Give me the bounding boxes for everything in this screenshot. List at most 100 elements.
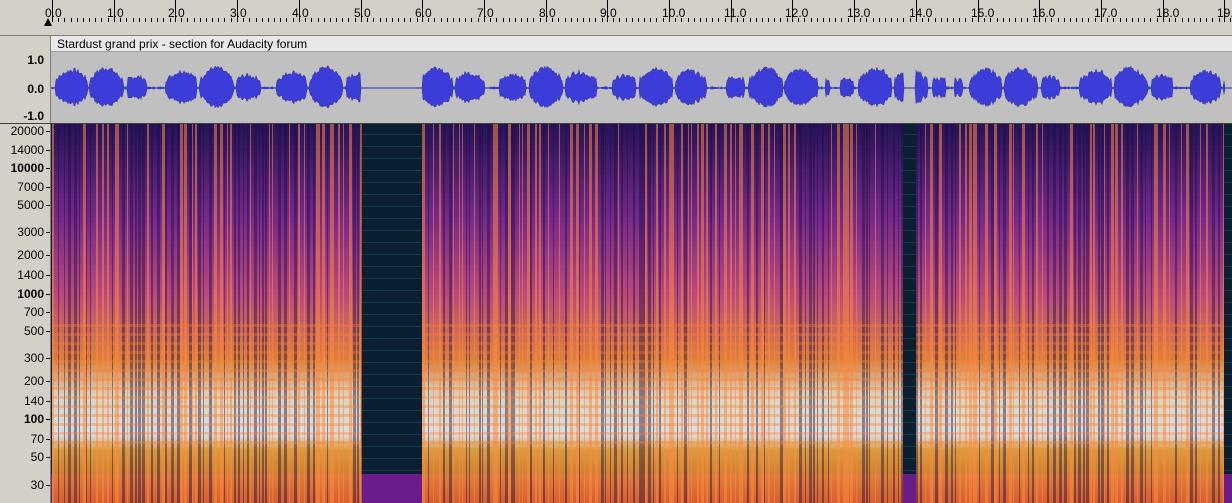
ruler-minor-tick (101, 18, 102, 22)
spectrogram-column (462, 124, 463, 503)
spectrogram-column (846, 124, 849, 503)
spectrogram-column (701, 124, 704, 503)
waveform-scale-mid: 0.0 (27, 82, 44, 96)
spectrogram-column (522, 124, 523, 503)
spectrogram-harmonic-band (916, 396, 1224, 399)
ruler-minor-tick (798, 18, 799, 22)
spectrogram-column (74, 124, 77, 503)
spectrogram-column (764, 124, 765, 503)
ruler-minor-tick (1021, 18, 1022, 22)
spectrogram-column (184, 124, 187, 503)
spectrogram-column (828, 124, 829, 503)
spectrogram-column (1104, 124, 1105, 503)
spectrogram-view[interactable] (51, 124, 1232, 503)
spectrogram-column (959, 124, 961, 503)
ruler-minor-tick (71, 18, 72, 22)
spectrogram-column (157, 124, 160, 503)
ruler-minor-tick (718, 18, 719, 22)
spectrogram-column (1115, 124, 1118, 503)
spectrogram-column (1190, 124, 1193, 503)
ruler-minor-tick (903, 18, 904, 22)
spectrogram-column (422, 124, 425, 503)
ruler-minor-tick (675, 18, 676, 22)
spectrogram-column (1078, 124, 1081, 503)
spectrogram-column (52, 124, 54, 503)
spectrogram-column (756, 124, 758, 503)
spectrogram-column (1090, 124, 1092, 503)
spectrogram-column (669, 124, 672, 503)
spectrogram-harmonic-band (916, 378, 1224, 381)
spectrogram-column (505, 124, 508, 503)
spectrogram-harmonic-band (916, 351, 1224, 354)
spectrogram-column (822, 124, 824, 503)
ruler-minor-tick (922, 18, 923, 22)
spectrogram-column (991, 124, 994, 503)
spectrogram-column (343, 124, 344, 503)
spectrogram-scale-tick (46, 187, 50, 188)
waveform-view[interactable] (51, 52, 1232, 123)
spectrogram-column (1042, 124, 1043, 503)
ruler-minor-tick (89, 18, 90, 22)
ruler-minor-tick (1144, 18, 1145, 22)
spectrogram-column (1019, 124, 1020, 503)
spectrogram-column (316, 124, 319, 503)
spectrogram-column (338, 124, 340, 503)
spectrogram-scale-label: 700 (23, 305, 44, 319)
spectrogram-scale-label: 30 (30, 478, 44, 492)
ruler-minor-tick (768, 18, 769, 22)
ruler-minor-tick (750, 18, 751, 22)
spectrogram-column (881, 124, 884, 503)
ruler-minor-tick (490, 18, 491, 22)
spectrogram-scale-tick (46, 419, 50, 420)
spectrogram-column (951, 124, 953, 503)
spectrogram-column (1151, 124, 1152, 503)
spectrogram-harmonic-band (422, 441, 903, 444)
spectrogram-column (659, 124, 661, 503)
spectrogram-column (90, 124, 91, 503)
spectrogram-scale-tick (46, 331, 50, 332)
spectrogram-harmonic-band (52, 324, 361, 327)
spectrogram-column (994, 124, 997, 503)
track-title[interactable]: Stardust grand prix - section for Audaci… (51, 36, 1232, 52)
spectrogram-column (930, 124, 933, 503)
spectrogram-column (548, 124, 549, 503)
ruler-minor-tick (286, 18, 287, 22)
ruler-minor-tick (1175, 18, 1176, 22)
ruler-minor-tick (1200, 18, 1201, 22)
ruler-minor-tick (83, 18, 84, 22)
spectrogram-column (189, 124, 192, 503)
spectrogram-column (508, 124, 511, 503)
spectrogram-column (920, 124, 922, 503)
time-ruler[interactable]: 0.0 1.0 2.0 3.0 4.0 5.0 6.0 7.0 8.0 9.0 10.0 11.0 12… (0, 0, 1232, 36)
ruler-minor-tick (181, 18, 182, 22)
ruler-minor-tick (1188, 18, 1189, 22)
spectrogram-column (869, 124, 870, 503)
spectrogram-column (1218, 124, 1220, 503)
spectrogram-scale-tick (46, 150, 50, 151)
spectrogram-column (1169, 124, 1170, 503)
spectrogram-column (595, 124, 598, 503)
spectrogram-column (1053, 124, 1056, 503)
spectrogram-harmonic-band (52, 432, 361, 435)
ruler-minor-tick (656, 18, 657, 22)
spectrogram-harmonic-band (422, 378, 903, 381)
ruler-minor-tick (1015, 18, 1016, 22)
spectrogram-column (973, 124, 976, 503)
spectrogram-column (955, 124, 956, 503)
ruler-minor-tick (348, 18, 349, 22)
ruler-minor-tick (965, 18, 966, 22)
ruler-minor-tick (829, 18, 830, 22)
spectrogram-column (645, 124, 647, 503)
ruler-minor-tick (1113, 18, 1114, 22)
spectrogram-column (862, 124, 865, 503)
spectrogram-column (360, 124, 362, 503)
spectrogram-column (633, 124, 635, 503)
spectrogram-harmonic-band (52, 333, 361, 336)
ruler-minor-tick (496, 18, 497, 22)
spectrogram-column (327, 124, 328, 503)
ruler-minor-tick (527, 18, 528, 22)
spectrogram-column (122, 124, 125, 503)
ruler-minor-tick (774, 18, 775, 22)
spectrogram-column (710, 124, 712, 503)
spectrogram-column (243, 124, 244, 503)
